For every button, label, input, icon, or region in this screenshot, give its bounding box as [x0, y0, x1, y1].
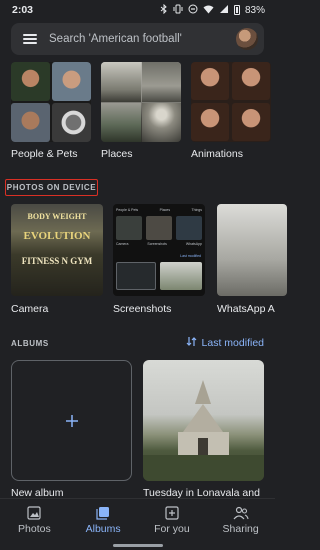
thumb-tab: Places	[159, 208, 171, 212]
status-time: 2:03	[12, 4, 34, 16]
thumb-sort-label: Last modified	[180, 254, 201, 258]
people-pets-thumbnail	[11, 62, 91, 142]
category-animations[interactable]: Animations	[191, 62, 271, 160]
menu-icon[interactable]	[23, 34, 37, 44]
device-folders-row: BODY WEIGHT EVOLUTION FITNESS N GYM Came…	[0, 204, 287, 322]
new-album-button[interactable]	[11, 360, 132, 481]
temple-image	[143, 380, 264, 481]
dnd-icon	[188, 4, 198, 17]
nav-photos[interactable]: Photos	[0, 499, 69, 542]
wifi-icon	[203, 4, 214, 17]
gesture-bar[interactable]	[113, 544, 163, 547]
sort-label: Last modified	[201, 337, 264, 349]
category-label: Places	[101, 148, 133, 160]
nav-label: Sharing	[222, 523, 259, 535]
category-places[interactable]: Places	[101, 62, 181, 160]
camera-sign-line: EVOLUTION	[23, 230, 91, 242]
nav-label: Albums	[85, 523, 121, 535]
nav-label: Photos	[18, 523, 51, 535]
nav-sharing[interactable]: Sharing	[206, 499, 275, 542]
status-bar: 2:03 83%	[0, 0, 275, 20]
search-input[interactable]: Search 'American football'	[49, 33, 236, 45]
camera-sign-line: BODY WEIGHT	[27, 212, 87, 221]
battery-percent: 83%	[244, 4, 265, 16]
camera-sign-line: FITNESS N GYM	[21, 256, 93, 266]
plus-icon	[65, 411, 78, 431]
battery-icon	[233, 5, 240, 15]
thumb-tab: People & Pets	[116, 208, 139, 212]
category-label: Animations	[191, 148, 243, 160]
sort-button[interactable]: Last modified	[186, 336, 264, 350]
bluetooth-icon	[160, 3, 168, 17]
places-thumbnail	[101, 62, 181, 142]
thumb-folder-label: Camera	[116, 242, 129, 246]
sharing-icon	[233, 506, 249, 520]
nav-for-you[interactable]: For you	[138, 499, 207, 542]
folder-label: WhatsApp A	[217, 303, 275, 315]
for-you-icon	[164, 506, 180, 520]
albums-header: ALBUMS Last modified	[11, 336, 264, 350]
album-item[interactable]	[143, 360, 264, 481]
nav-label: For you	[154, 523, 190, 535]
category-row: People & Pets Places Animations	[0, 62, 275, 164]
albums-icon	[95, 506, 111, 520]
signal-icon	[219, 4, 229, 17]
bottom-navigation: Photos Albums For you Sharing	[0, 498, 275, 542]
folder-label: Camera	[11, 303, 49, 315]
photo-icon	[26, 506, 42, 520]
search-bar[interactable]: Search 'American football'	[11, 23, 264, 55]
thumb-folder-label: Screenshots	[147, 242, 167, 246]
folder-screenshots[interactable]: People & Pets Places Things Camera Scree…	[113, 204, 205, 296]
animations-thumbnail	[191, 62, 271, 142]
folder-camera[interactable]: BODY WEIGHT EVOLUTION FITNESS N GYM	[11, 204, 103, 296]
category-people-pets[interactable]: People & Pets	[11, 62, 91, 160]
vibrate-icon	[173, 4, 183, 17]
sort-icon	[186, 336, 197, 350]
avatar[interactable]	[236, 28, 258, 50]
folder-whatsapp[interactable]	[217, 204, 287, 296]
thumb-tab: Things	[191, 208, 202, 212]
albums-heading: ALBUMS	[11, 338, 49, 348]
photos-on-device-heading: PHOTOS ON DEVICE	[5, 179, 98, 196]
thumb-folder-label: WhatsApp	[185, 242, 202, 246]
nav-albums[interactable]: Albums	[69, 499, 138, 542]
category-label: People & Pets	[11, 148, 78, 160]
folder-label: Screenshots	[113, 303, 172, 315]
